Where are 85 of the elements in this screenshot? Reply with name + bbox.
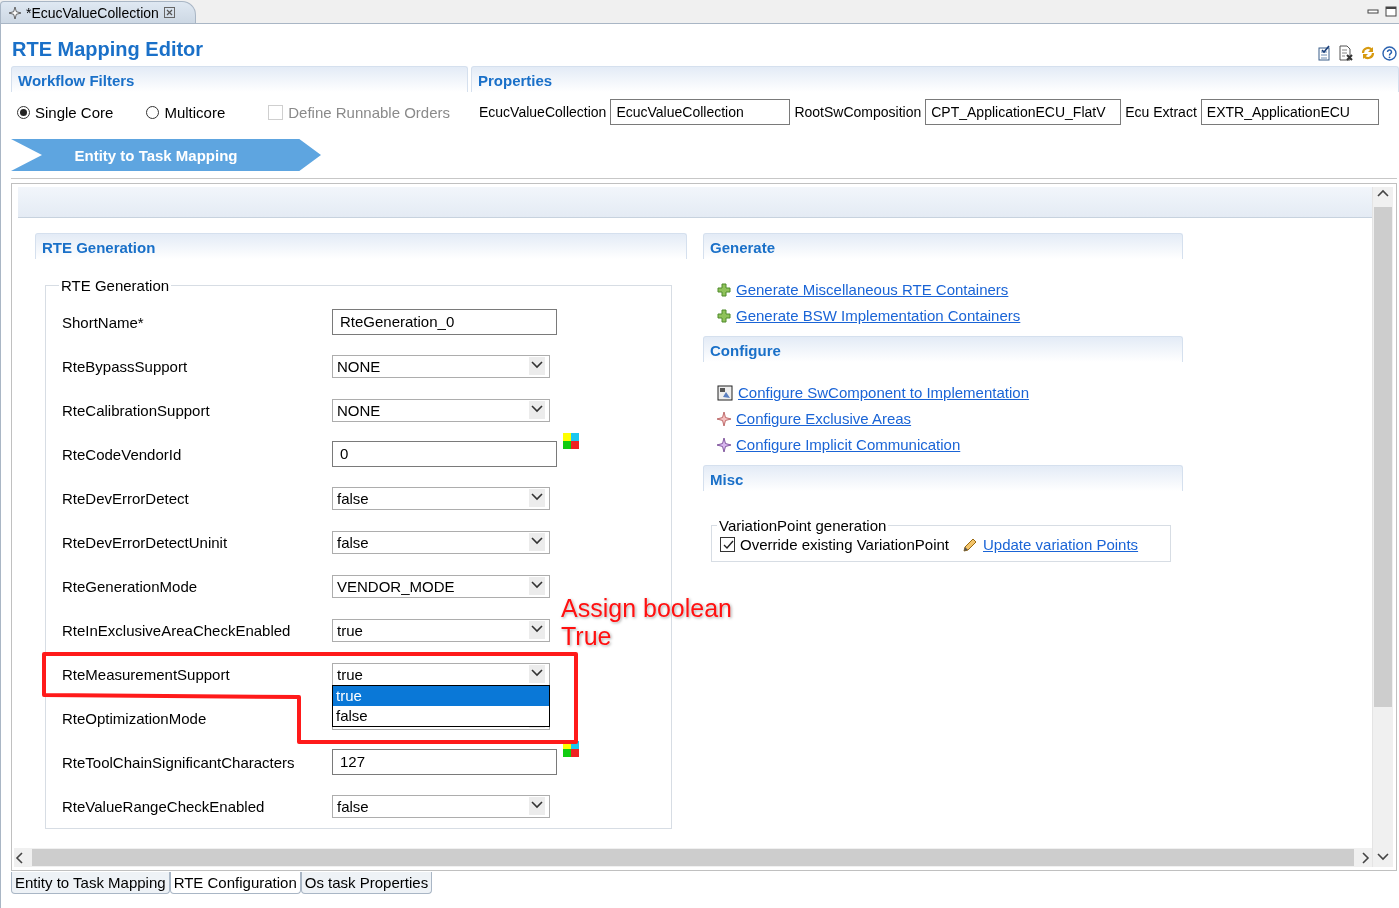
vertical-scrollbar[interactable] xyxy=(1372,187,1393,867)
checkbox[interactable] xyxy=(720,537,735,552)
pencil-icon xyxy=(962,536,978,553)
list-option[interactable]: false xyxy=(333,706,549,726)
radio-button[interactable] xyxy=(146,105,160,119)
chevron-down-icon xyxy=(529,621,545,639)
checkbox-label: Define Runnable Orders xyxy=(288,103,450,121)
field-label: RteToolChainSignificantCharacters xyxy=(62,753,296,771)
group-title: RTE Generation xyxy=(60,277,171,294)
action-link[interactable]: Configure SwComponent to Implementation xyxy=(738,384,1029,401)
dropdown[interactable]: NONE xyxy=(332,354,550,378)
dropdown[interactable]: NONE xyxy=(332,398,550,422)
minimize-icon[interactable] xyxy=(1367,6,1379,16)
field-label: RteBypassSupport xyxy=(62,357,189,375)
close-icon[interactable] xyxy=(163,7,175,18)
field-label: EcucValueCollection xyxy=(479,104,607,120)
field-label: RteValueRangeCheckEnabled xyxy=(62,797,266,815)
number-base-icon xyxy=(563,433,579,449)
section-header: Misc xyxy=(703,465,1183,491)
action-link[interactable]: Update variation Points xyxy=(983,536,1139,553)
checkbox-label: Override existing VariationPoint xyxy=(740,536,949,553)
clipboard-check-icon[interactable] xyxy=(1317,45,1332,61)
text-field[interactable]: EcucValueCollection xyxy=(610,99,791,125)
field-label: RteOptimizationMode xyxy=(62,709,208,727)
plus-icon xyxy=(717,308,731,323)
chevron-down-icon xyxy=(529,577,545,595)
field-label: Ecu Extract xyxy=(1125,104,1197,120)
radio-label: Multicore xyxy=(164,103,226,121)
dropdown[interactable]: false xyxy=(332,486,550,510)
field-label: RteGenerationMode xyxy=(62,577,199,595)
annotation-text: Assign boolean True xyxy=(561,594,733,650)
text-field[interactable]: 127 xyxy=(332,749,557,775)
editor-title: RTE Mapping Editor xyxy=(12,38,204,61)
group-title: VariationPoint generation xyxy=(718,517,888,534)
sparkle-icon xyxy=(717,437,731,452)
list-option[interactable]: true xyxy=(333,686,549,706)
action-link[interactable]: Configure Implicit Communication xyxy=(736,436,961,453)
help-icon[interactable] xyxy=(1382,45,1397,61)
section-header: RTE Generation xyxy=(35,233,687,259)
chevron-down-icon xyxy=(529,401,545,419)
page-tab[interactable]: RTE Configuration xyxy=(169,872,301,894)
text-field[interactable]: CPT_ApplicationECU_FlatV xyxy=(925,99,1122,125)
dropdown[interactable]: true xyxy=(332,662,550,686)
field-label: RteMeasurementSupport xyxy=(62,665,231,683)
sparkle-icon xyxy=(9,6,21,19)
number-base-icon xyxy=(563,741,579,757)
radio-label: Single Core xyxy=(35,103,114,121)
chevron-down-icon xyxy=(529,797,545,815)
page-tab[interactable]: Entity to Task Mapping xyxy=(11,872,170,894)
action-link[interactable]: Generate BSW Implementation Containers xyxy=(736,307,1021,324)
horizontal-scrollbar[interactable] xyxy=(14,848,1372,867)
text-field[interactable]: 0 xyxy=(332,441,557,467)
section-header: Generate xyxy=(703,233,1183,259)
action-link[interactable]: Configure Exclusive Areas xyxy=(736,410,912,427)
chevron-down-icon xyxy=(529,665,545,683)
chevron-down-icon xyxy=(529,489,545,507)
dropdown[interactable]: false xyxy=(332,530,550,554)
editor-tab[interactable]: *EcucValueCollection xyxy=(0,1,196,23)
chevron-down-icon xyxy=(529,357,545,375)
chevron-down-icon xyxy=(529,533,545,551)
field-label: ShortName* xyxy=(62,313,145,331)
field-label: RteInExclusiveAreaCheckEnabled xyxy=(62,621,292,639)
field-label: RteDevErrorDetectUninit xyxy=(62,533,229,551)
text-field[interactable]: RteGeneration_0 xyxy=(332,309,557,335)
field-label: RteCodeVendorId xyxy=(62,445,183,463)
sparkle-icon xyxy=(717,411,731,426)
section-header: Workflow Filters xyxy=(11,66,468,92)
action-link[interactable]: Generate Miscellaneous RTE Containers xyxy=(736,281,1009,298)
document-delete-icon[interactable] xyxy=(1338,45,1354,61)
dropdown[interactable]: VENDOR_MODE xyxy=(332,574,550,598)
field-label: RteDevErrorDetect xyxy=(62,489,190,507)
dropdown[interactable]: false xyxy=(332,794,550,818)
check-icon xyxy=(721,539,734,550)
maximize-icon[interactable] xyxy=(1385,6,1397,17)
page-tab[interactable]: Os task Properties xyxy=(300,872,433,894)
field-label: RteCalibrationSupport xyxy=(62,401,211,419)
section-header: Configure xyxy=(703,336,1183,362)
field-label: RootSwComposition xyxy=(794,104,922,120)
text-field[interactable]: EXTR_ApplicationECU xyxy=(1200,99,1379,125)
tab-title: *EcucValueCollection xyxy=(26,4,159,21)
dropdown[interactable]: true xyxy=(332,618,550,642)
radio-button[interactable] xyxy=(17,105,30,119)
plus-icon xyxy=(717,282,731,297)
section-header: Properties xyxy=(471,66,1399,92)
component-icon xyxy=(717,384,733,401)
